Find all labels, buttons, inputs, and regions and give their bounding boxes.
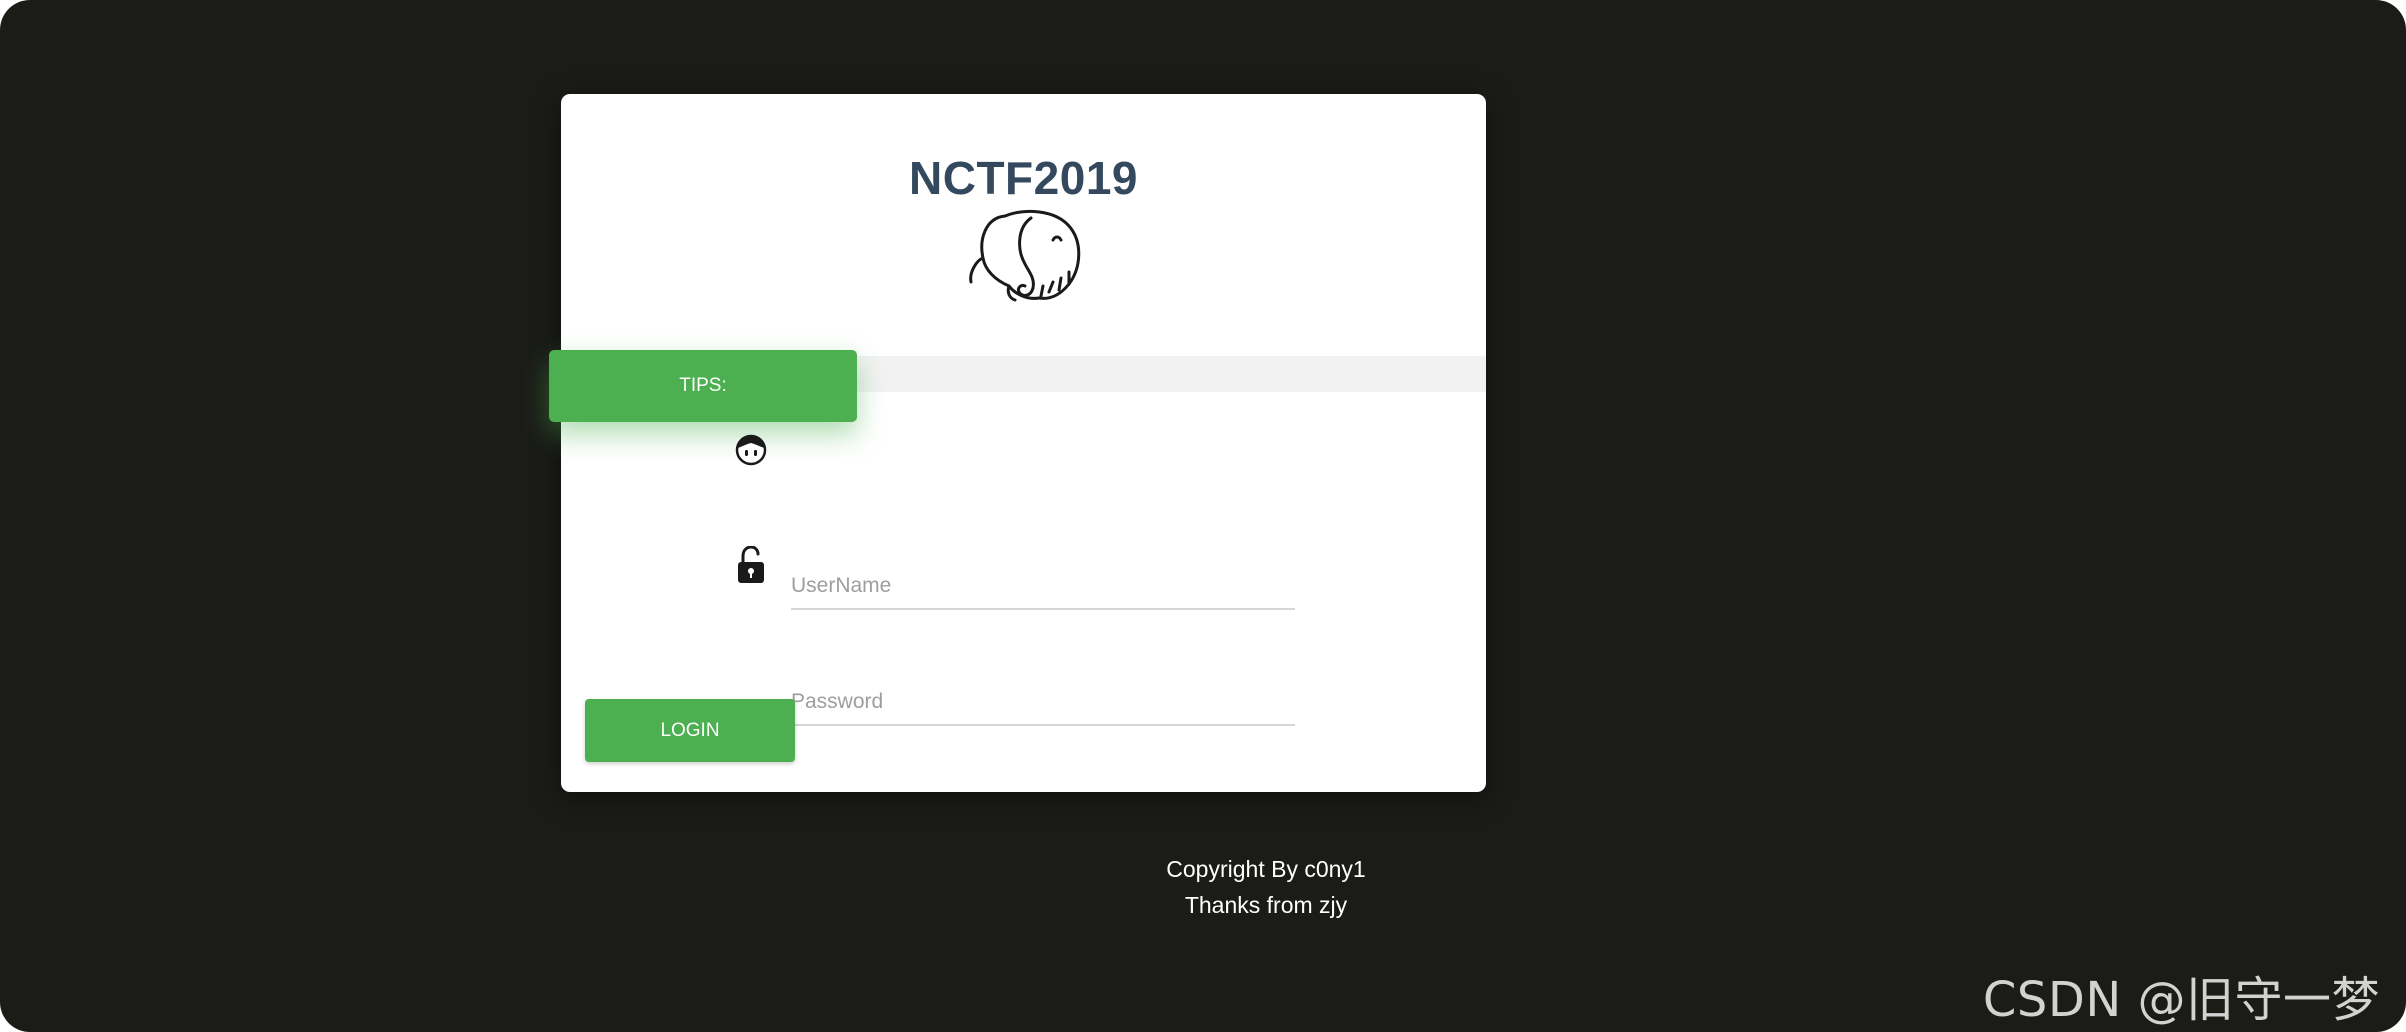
- tips-label: TIPS:: [679, 375, 727, 396]
- tips-button[interactable]: TIPS:: [549, 350, 857, 422]
- user-face-icon: [735, 434, 767, 466]
- footer-copyright: Copyright By c0ny1: [1166, 856, 1366, 882]
- page-title: NCTF2019: [909, 152, 1138, 204]
- username-input[interactable]: [791, 566, 1295, 610]
- footer-thanks: Thanks from zjy: [1184, 892, 1348, 918]
- password-input[interactable]: [791, 682, 1295, 726]
- login-button[interactable]: LOGIN: [585, 699, 795, 762]
- csdn-watermark: CSDN @旧守一梦: [1982, 972, 2380, 1028]
- login-label: LOGIN: [660, 719, 720, 741]
- login-card: NCTF2019 TIPS: LOGIN: [549, 94, 1486, 792]
- page-background: NCTF2019 TIPS: LOGIN: [0, 0, 2406, 1032]
- elephant-icon: [969, 209, 1081, 302]
- unlock-icon: [738, 546, 764, 583]
